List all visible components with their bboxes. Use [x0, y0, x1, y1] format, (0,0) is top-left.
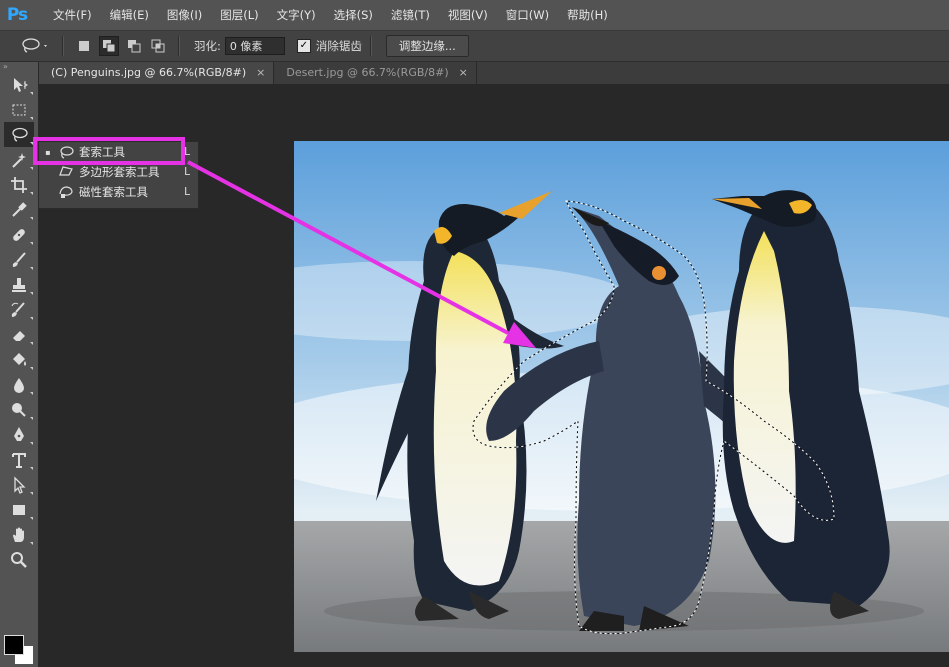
annotation-arrow — [187, 160, 536, 348]
